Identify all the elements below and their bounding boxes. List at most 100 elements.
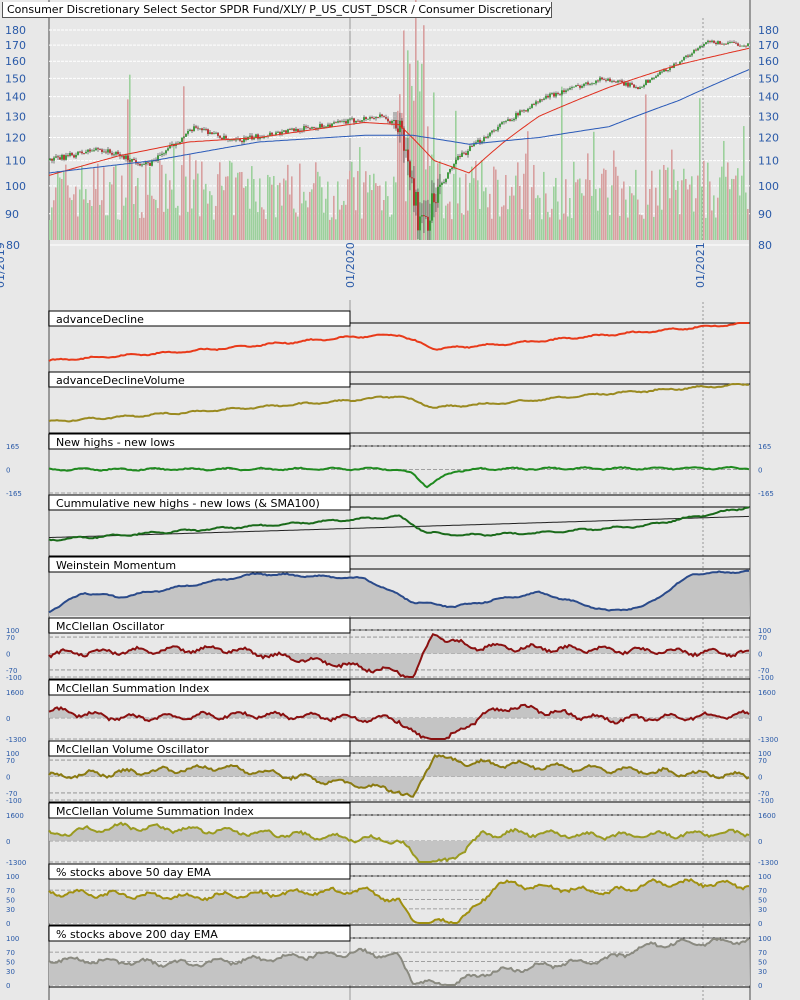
volume-bar (451, 219, 453, 240)
volume-bar (521, 209, 523, 240)
candle-body (563, 90, 565, 93)
volume-bar (93, 168, 95, 240)
volume-bar (713, 195, 715, 240)
candle-body (691, 53, 693, 56)
candle-body (377, 117, 379, 118)
candle-body (637, 87, 639, 90)
candle-body (103, 151, 105, 153)
candle-body (131, 158, 133, 162)
volume-bar (637, 199, 639, 240)
candle-body (313, 127, 315, 129)
volume-bar (369, 174, 371, 240)
candle-body (145, 162, 147, 164)
panel-tick-left: -165 (6, 490, 22, 498)
candle-body (249, 135, 251, 137)
volume-bar (549, 217, 551, 240)
candle-body (553, 93, 555, 97)
volume-bar (689, 184, 691, 240)
volume-bar (465, 173, 467, 240)
volume-bar (661, 209, 663, 240)
panel-tick-right: -1300 (758, 736, 778, 744)
candle-body (745, 45, 747, 47)
price-tick-left: 170 (5, 39, 26, 52)
volume-bar (547, 211, 549, 240)
candle-body (283, 130, 285, 132)
volume-bar (207, 203, 209, 240)
volume-bar (59, 177, 61, 240)
candle-body (187, 130, 189, 134)
indicator-line (48, 382, 750, 423)
candle-body (613, 80, 615, 82)
volume-bar (685, 179, 687, 240)
candle-body (661, 71, 663, 73)
volume-bar (225, 176, 227, 240)
volume-bar (255, 201, 257, 240)
volume-bar (479, 208, 481, 240)
indicator-panel-5: Weinstein Momentum (48, 556, 750, 619)
volume-bar (289, 194, 291, 240)
volume-bar (561, 86, 563, 240)
volume-bar (361, 218, 363, 240)
candle-body (729, 42, 731, 43)
candle-body (411, 177, 413, 179)
candle-body (65, 155, 67, 160)
volume-bar (331, 217, 333, 240)
candle-body (449, 168, 451, 173)
candle-body (353, 118, 355, 123)
candle-body (419, 216, 421, 231)
volume-bar (609, 215, 611, 240)
candle-body (659, 71, 661, 75)
volume-bar (531, 187, 533, 240)
volume-bar (593, 131, 595, 240)
volume-bar (65, 164, 67, 240)
volume-bar (187, 211, 189, 240)
candle-body (339, 121, 341, 122)
candle-body (293, 128, 295, 131)
volume-bar (175, 207, 177, 240)
volume-bar (717, 197, 719, 240)
panel-tick-left: 70 (6, 949, 15, 957)
candle-body (111, 152, 113, 155)
candle-body (71, 152, 73, 156)
panel-tick-right: 0 (758, 774, 762, 782)
volume-bar (529, 219, 531, 240)
volume-bar (499, 216, 501, 240)
volume-bar (315, 162, 317, 240)
candle-body (609, 78, 611, 82)
volume-bar (103, 167, 105, 240)
indicator-panel-7: 1600 1600 0 0 -1300 -1300 McClellan Summation … (6, 679, 778, 744)
candle-body (333, 122, 335, 124)
candle-body (207, 129, 209, 134)
panel-tick-left: 50 (6, 959, 15, 967)
candle-body (345, 121, 347, 124)
volume-bar (365, 171, 367, 240)
candle-body (197, 127, 199, 129)
candle-body (693, 49, 695, 54)
candle-body (527, 108, 529, 112)
volume-bar (731, 178, 733, 240)
candle-body (215, 132, 217, 134)
candle-body (493, 130, 495, 132)
volume-bar (211, 195, 213, 240)
candle-body (557, 92, 559, 94)
volume-bar (317, 171, 319, 240)
volume-bar (739, 195, 741, 240)
candle-body (61, 154, 63, 160)
panel-tick-right: 70 (758, 634, 767, 642)
date-tick-label: 01/2021 (694, 242, 707, 288)
candle-body (597, 80, 599, 82)
volume-bar (135, 186, 137, 240)
candle-body (539, 99, 541, 103)
panel-tick-right: 30 (758, 906, 767, 914)
candle-body (125, 155, 127, 159)
volume-bar (405, 201, 407, 240)
panel-tick-right: 0 (758, 651, 762, 659)
candle-body (55, 156, 57, 158)
volume-bar (393, 176, 395, 240)
candle-body (571, 87, 573, 89)
volume-bar (453, 173, 455, 240)
candle-body (479, 139, 481, 143)
volume-bar (265, 219, 267, 240)
candle-body (681, 60, 683, 62)
panel-tick-right: 1600 (758, 689, 776, 697)
